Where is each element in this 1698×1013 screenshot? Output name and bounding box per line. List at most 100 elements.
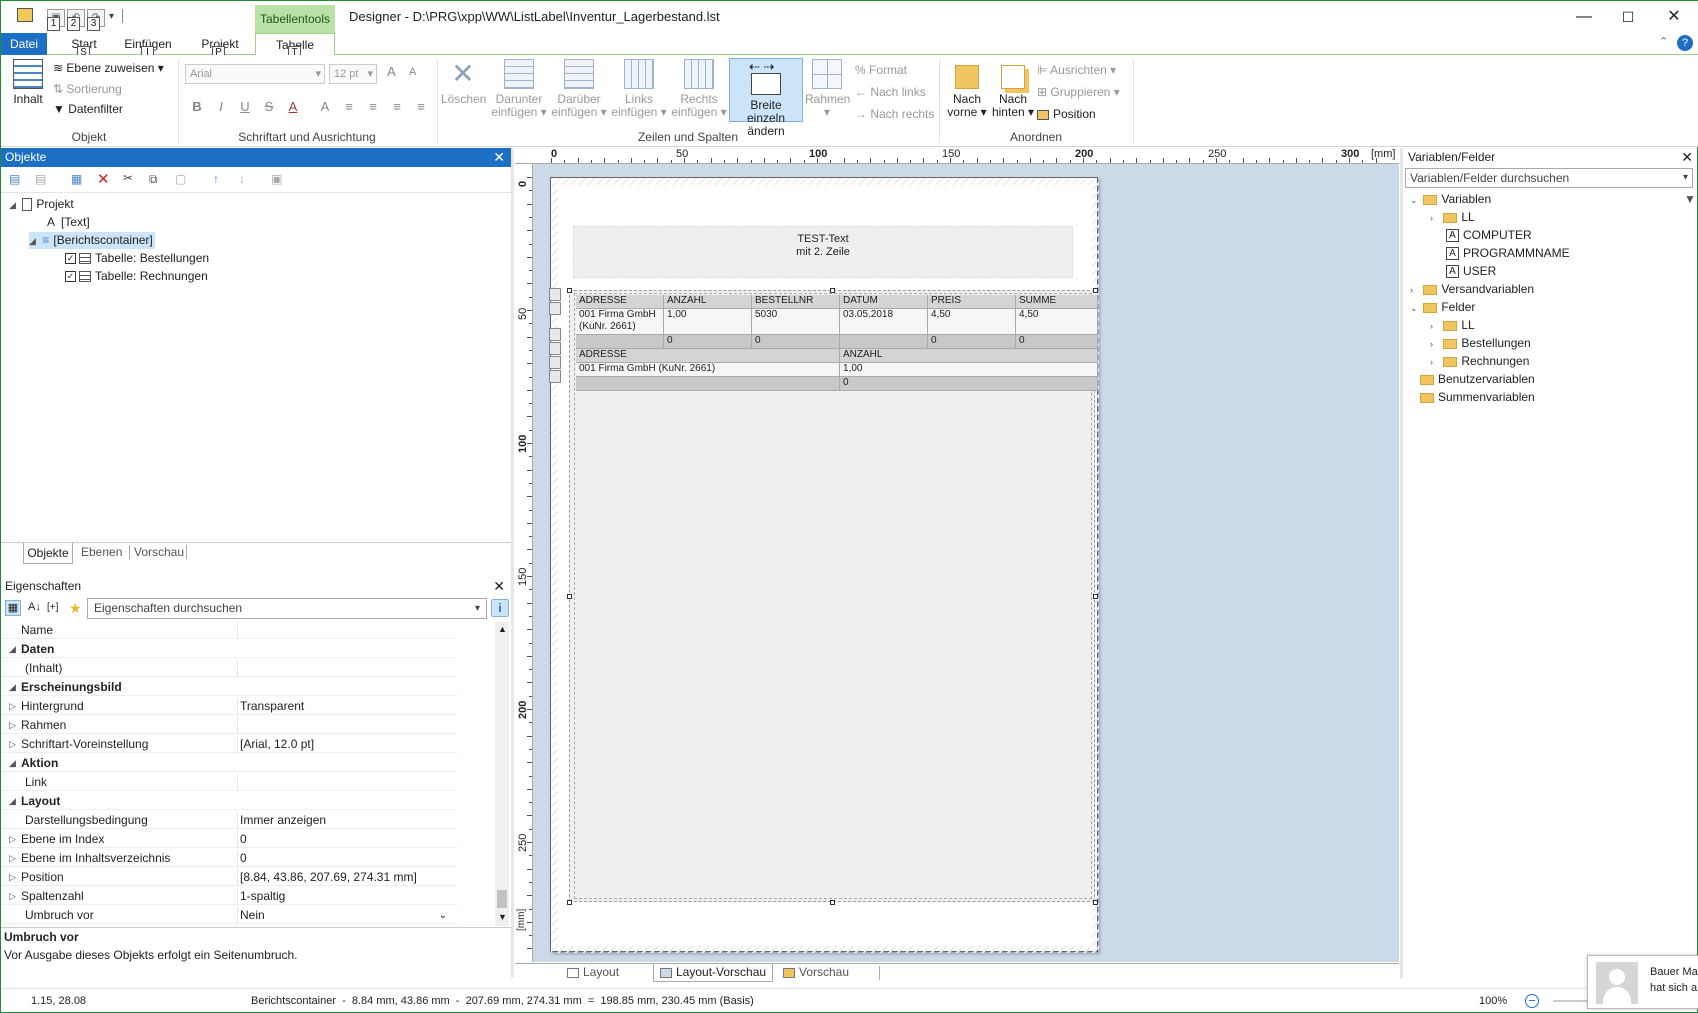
minimize-button[interactable]: — (1569, 5, 1599, 29)
table-footer-cell[interactable]: 0 (1016, 335, 1098, 349)
tree-item-projekt[interactable]: ◢ Projekt (9, 196, 74, 213)
tree-item-berichtscontainer[interactable]: ◢ ≡ [Berichtscontainer] (29, 232, 155, 249)
font-color-button[interactable]: A (285, 99, 301, 115)
expand-icon[interactable]: ◢ (29, 233, 39, 250)
nach-rechts-button[interactable]: → Nach rechts (855, 107, 934, 121)
table-cell[interactable]: 5030 (752, 309, 840, 335)
tree-user[interactable]: A USER (1446, 263, 1496, 280)
table-cell[interactable]: 1,00 (664, 309, 752, 335)
expand-icon[interactable]: ▷ (9, 888, 16, 905)
tree-ll-felder[interactable]: › LL (1430, 317, 1475, 334)
ebene-zuweisen-button[interactable]: ≋ Ebene zuweisen ▾ (53, 61, 164, 75)
properties-icon[interactable]: ▦ (71, 172, 82, 186)
expand-icon[interactable]: ▷ (9, 831, 16, 848)
resize-handle[interactable] (830, 900, 835, 905)
tree-versandvariablen[interactable]: › Versandvariablen (1410, 281, 1534, 298)
property-row[interactable]: ◢ Layout (1, 793, 457, 810)
close-button[interactable]: ✕ (1659, 5, 1689, 29)
cut-icon[interactable]: ✂ (123, 171, 133, 185)
darueber-einfuegen-button[interactable]: Darüber einfügen ▾ (551, 59, 607, 119)
delete-icon[interactable]: ✕ (97, 170, 110, 188)
tree-computer[interactable]: A COMPUTER (1446, 227, 1532, 244)
property-row[interactable]: ▷ Position [8.84, 43.86, 207.69, 274.31 mm… (1, 869, 457, 886)
new-sub-icon[interactable]: ▤ (35, 172, 46, 186)
format-button[interactable]: % Format (855, 63, 907, 77)
row-marker[interactable] (549, 302, 561, 315)
expand-icon[interactable]: ▷ (9, 698, 16, 715)
table-footer-cell[interactable] (840, 335, 928, 349)
table-footer-cell[interactable]: 0 (752, 335, 840, 349)
align-left-icon[interactable]: ≡ (341, 99, 357, 115)
close-icon[interactable]: ✕ (1681, 148, 1693, 166)
expand-icon[interactable]: ⌄ (1410, 300, 1420, 317)
table-header-cell[interactable]: ANZAHL (664, 295, 752, 309)
design-canvas[interactable]: TEST-Text mit 2. Zeile ADRESSE ANZAHL BEST… (533, 164, 1399, 962)
row-marker[interactable] (549, 288, 561, 301)
align-right-icon[interactable]: ≡ (389, 99, 405, 115)
property-value[interactable]: Nein (240, 907, 265, 924)
resize-handle[interactable] (567, 594, 572, 599)
row-marker[interactable] (549, 370, 561, 383)
splitter[interactable] (1400, 148, 1403, 978)
ausrichten-button[interactable]: ⊫ Ausrichten ▾ (1037, 63, 1116, 77)
property-row[interactable]: ▷ Spaltenzahl 1-spaltig (1, 888, 457, 905)
qat-customize-icon[interactable]: ▾ (109, 11, 114, 22)
expand-icon[interactable]: ▷ (9, 869, 16, 886)
row-marker[interactable] (549, 356, 561, 369)
tree-variablen[interactable]: ⌄ Variablen (1410, 191, 1491, 208)
expand-icon[interactable]: ◢ (9, 197, 19, 214)
checkbox-icon[interactable]: ✓ (65, 271, 76, 283)
expand-icon[interactable]: ▷ (9, 850, 16, 867)
table-header-cell[interactable]: SUMME (1016, 295, 1098, 309)
tree-ll[interactable]: › LL (1430, 209, 1475, 226)
table-footer-cell[interactable] (576, 335, 664, 349)
paste-icon[interactable]: ▢ (175, 172, 186, 186)
justify-icon[interactable]: ≡ (413, 99, 429, 115)
sort-az-icon[interactable]: A↓ (28, 601, 41, 613)
collapse-icon[interactable]: ◢ (9, 679, 16, 696)
nach-hinten-button[interactable]: Nach hinten ▾ (991, 59, 1035, 119)
gruppieren-button[interactable]: ⊞ Gruppieren ▾ (1037, 85, 1120, 99)
resize-handle[interactable] (567, 900, 572, 905)
tree-summenvariablen[interactable]: Summenvariablen (1420, 389, 1535, 406)
table-header-cell[interactable]: BESTELLNR (752, 295, 840, 309)
move-down-icon[interactable]: ↓ (239, 172, 245, 186)
position-button[interactable]: Position (1037, 107, 1096, 121)
chevron-down-icon[interactable]: ⌄ (439, 907, 447, 924)
move-up-icon[interactable]: ↑ (213, 172, 219, 186)
collapse-icon[interactable]: › (1430, 318, 1440, 335)
property-value[interactable]: Transparent (240, 698, 304, 715)
nach-vorne-button[interactable]: Nach vorne ▾ (945, 59, 989, 119)
tab-ebenen[interactable]: Ebenen (81, 545, 122, 559)
collapse-icon[interactable]: ◢ (9, 641, 16, 658)
tree-item-bestellungen[interactable]: ✓ Tabelle: Bestellungen (65, 250, 209, 267)
collapse-icon[interactable]: › (1430, 336, 1440, 353)
info-icon[interactable]: i (491, 599, 509, 617)
scroll-down-icon[interactable]: ▼ (498, 912, 507, 922)
table-footer-cell[interactable]: 0 (928, 335, 1016, 349)
table-footer-cell[interactable]: 0 (840, 377, 1098, 391)
property-row[interactable]: ◢ Erscheinungsbild (1, 679, 457, 696)
tree-rechnungen[interactable]: › Rechnungen (1430, 353, 1529, 370)
property-value[interactable]: [8.84, 43.86, 207.69, 274.31 mm] (240, 869, 417, 886)
tab-layout[interactable]: Layout (567, 965, 619, 979)
highlight-button[interactable]: A (317, 99, 333, 115)
property-row[interactable]: Umbruch vor Nein ⌄ (1, 907, 457, 924)
property-row[interactable]: ▷ Hintergrund Transparent (1, 698, 457, 715)
table-header-cell[interactable]: DATUM (840, 295, 928, 309)
tab-vorschau[interactable]: Vorschau (783, 965, 849, 979)
tree-item-rechnungen[interactable]: ✓ Tabelle: Rechnungen (65, 268, 208, 285)
table-header-cell[interactable]: ADRESSE (576, 295, 664, 309)
sortierung-button[interactable]: ⇅ Sortierung (53, 82, 122, 96)
scroll-up-icon[interactable]: ▲ (498, 624, 507, 634)
property-value[interactable]: Immer anzeigen (240, 812, 326, 829)
property-row[interactable]: Link (1, 774, 457, 791)
tree-item-text[interactable]: A [Text] (47, 214, 90, 231)
report-container[interactable]: ADRESSE ANZAHL BESTELLNR DATUM PREIS SUMME 001… (569, 290, 1098, 902)
properties-search-input[interactable]: Eigenschaften durchsuchen ▾ (87, 598, 487, 619)
rechts-einfuegen-button[interactable]: Rechts einfügen ▾ (671, 59, 727, 119)
property-row[interactable]: ▷ Schriftart-Voreinstellung [Arial, 12.0 p… (1, 736, 457, 753)
property-value[interactable]: 0 (240, 831, 247, 848)
close-icon[interactable]: ✕ (493, 577, 505, 595)
property-row[interactable]: (Inhalt) (1, 660, 457, 677)
